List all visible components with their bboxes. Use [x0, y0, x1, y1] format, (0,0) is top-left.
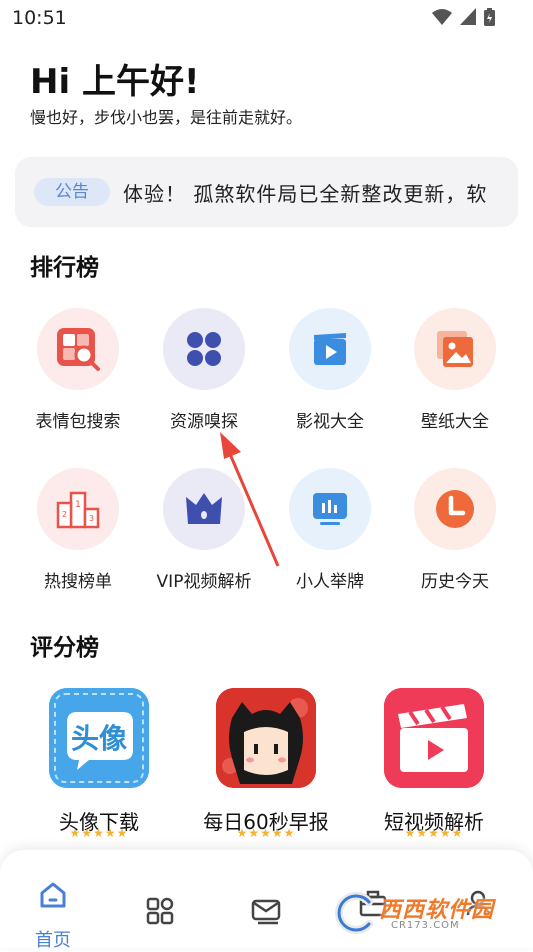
image-search-icon	[57, 328, 100, 371]
svg-text:2: 2	[62, 510, 67, 519]
clock-icon	[436, 490, 474, 528]
ranking-item-resource-sniff[interactable]: 资源嗅探	[144, 308, 264, 438]
annotation-arrow	[220, 432, 280, 567]
cartoon-girl-icon	[216, 688, 316, 788]
rating-item-avatar[interactable]: 头像 头像下载 ★★★★★	[29, 688, 169, 848]
ranking-item-wallpapers[interactable]: 壁纸大全	[395, 308, 515, 438]
ranking-item-emoji-search[interactable]: 表情包搜索	[18, 308, 138, 438]
signal-icon	[460, 8, 476, 25]
grid-label: 资源嗅探	[170, 412, 238, 432]
rate-stars: ★★★★★	[236, 826, 296, 840]
apps-grid-icon	[146, 897, 174, 925]
grid-label: 壁纸大全	[421, 412, 489, 432]
grid-label: 表情包搜索	[35, 412, 121, 432]
rating-title: 评分榜	[30, 635, 99, 661]
rate-stars: ★★★★★	[404, 826, 464, 840]
grid-icon-circle	[289, 308, 371, 390]
status-bar: 10:51	[0, 0, 533, 36]
ranking-item-movies[interactable]: 影视大全	[270, 308, 390, 438]
status-time: 10:51	[12, 7, 67, 29]
grid-icon-circle	[163, 308, 245, 390]
clover-icon	[187, 332, 221, 366]
watermark-logo: 西西软件园 CR173.COM	[331, 888, 521, 938]
mail-icon	[251, 899, 281, 925]
wifi-icon	[432, 9, 452, 25]
ranking-item-hot-list[interactable]: 1 2 3 热搜榜单	[18, 468, 138, 598]
notice-badge: 公告	[34, 178, 110, 206]
ranking-item-history-today[interactable]: 历史今天	[395, 468, 515, 598]
greeting-title: Hi 上午好!	[30, 62, 200, 102]
notice-card[interactable]: 公告 体验！ 孤煞软件局已全新整改更新，软	[15, 157, 518, 227]
grid-label: 历史今天	[421, 572, 489, 592]
notice-text: 体验！ 孤煞软件局已全新整改更新，软	[123, 182, 488, 206]
watermark-sub: CR173.COM	[391, 920, 460, 931]
app-icon-daily-news	[216, 688, 316, 788]
nav-label: 首页	[35, 930, 71, 951]
greeting-subtitle: 慢也好，步伐小也罢，是往前走就好。	[30, 108, 303, 127]
status-icons	[432, 8, 495, 26]
grid-icon-circle	[414, 468, 496, 550]
grid-label: 热搜榜单	[44, 572, 112, 592]
rating-item-short-video[interactable]: 短视频解析 ★★★★★	[364, 688, 504, 848]
grid-label: 小人举牌	[296, 572, 364, 592]
grid-icon-circle	[414, 308, 496, 390]
svg-text:3: 3	[89, 514, 94, 523]
ranking-title: 排行榜	[30, 255, 99, 281]
grid-icon-circle	[37, 308, 119, 390]
rate-stars: ★★★★★	[69, 826, 129, 840]
svg-text:1: 1	[75, 500, 81, 510]
app-icon-text: 头像	[70, 722, 127, 755]
battery-icon	[484, 8, 495, 26]
picture-icon	[437, 331, 473, 367]
grid-icon-circle: 1 2 3	[37, 468, 119, 550]
app-icon-short-video	[384, 688, 484, 788]
sign-board-icon	[313, 493, 347, 525]
home-icon	[40, 882, 66, 908]
nav-messages[interactable]	[226, 864, 306, 944]
notice-marquee: 体验！ 孤煞软件局已全新整改更新，软	[123, 157, 503, 227]
nav-apps[interactable]	[120, 864, 200, 944]
watermark-c-icon	[335, 892, 373, 934]
grid-label: 影视大全	[296, 412, 364, 432]
rating-item-daily-news[interactable]: 每日60秒早报 ★★★★★	[196, 688, 336, 848]
nav-home[interactable]: 首页	[13, 864, 93, 951]
clapperboard-icon	[384, 688, 484, 788]
app-icon-avatar: 头像	[49, 688, 149, 788]
play-video-icon	[314, 333, 346, 365]
grid-icon-circle	[289, 468, 371, 550]
grid-label: VIP视频解析	[156, 572, 252, 592]
podium-icon: 1 2 3	[56, 491, 100, 529]
